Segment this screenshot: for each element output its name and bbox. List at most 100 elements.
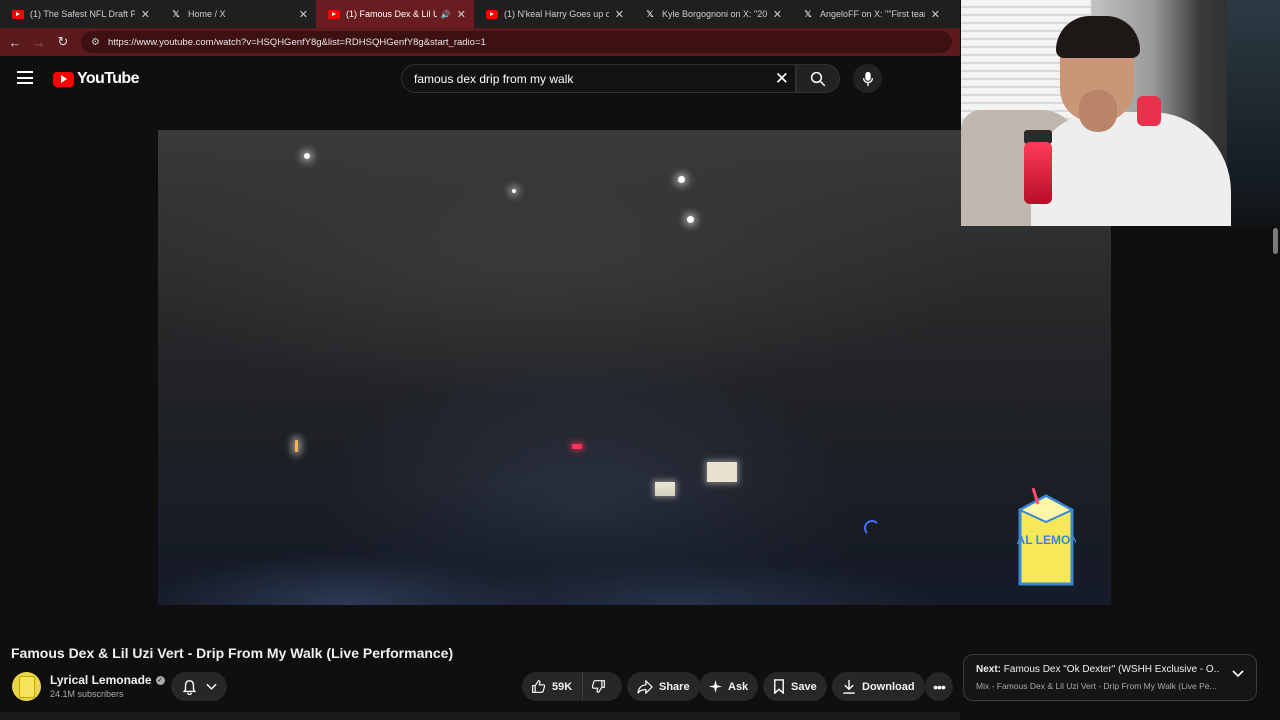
microphone-icon [862,71,873,86]
scrollbar-track[interactable] [1271,226,1280,720]
person-hair [1056,16,1140,58]
sparkle-icon [709,680,722,693]
loading-spinner-icon [864,520,880,536]
close-tab-icon[interactable]: ✕ [773,8,782,21]
red-object [1137,96,1161,126]
youtube-icon [486,9,498,19]
browser-tab-bar: (1) The Safest NFL Draft Pick is ✕ 𝕏 Hom… [0,0,960,28]
browser-tab[interactable]: (1) The Safest NFL Draft Pick is ✕ [0,0,158,28]
watermark-text: LYRICAL LEMONADE [1016,533,1076,547]
menu-icon[interactable] [17,71,33,85]
up-next-card[interactable]: Next: Famous Dex "Ok Dexter" (WSHH Exclu… [963,654,1257,701]
more-actions-icon[interactable]: ••• [925,672,953,701]
url-field[interactable]: ⚙ https://www.youtube.com/watch?v=HSQHGe… [81,31,952,53]
tab-title: AngeloFF on X: ""First team All [820,9,925,19]
window [1227,0,1280,226]
next-title: Famous Dex "Ok Dexter" (WSHH Exclusive -… [1003,664,1220,675]
next-subtitle: Mix - Famous Dex & Lil Uzi Vert - Drip F… [976,681,1217,691]
webcam-overlay [961,0,1280,226]
youtube-header: YouTube famous dex drip from my walk ✕ [0,56,960,100]
person-hand [1079,90,1117,132]
save-label: Save [791,680,817,693]
browser-tab[interactable]: 𝕏 AngeloFF on X: ""First team All ✕ [790,0,948,28]
thumbs-up-icon [532,680,546,693]
forward-icon[interactable]: → [27,35,51,50]
stage-light [512,189,516,193]
tab-title: (1) The Safest NFL Draft Pick is [30,9,135,19]
voice-search-button[interactable] [853,64,882,93]
x-icon: 𝕏 [804,8,812,19]
share-button[interactable]: Share [627,672,700,701]
channel-avatar[interactable] [12,672,41,701]
stage-light [295,440,298,452]
notifications-button[interactable] [171,672,227,701]
verified-check-icon: ✓ [155,675,165,685]
save-button[interactable]: Save [763,672,827,701]
url-text: https://www.youtube.com/watch?v=HSQHGenf… [107,36,486,48]
ask-button[interactable]: Ask [699,672,759,701]
search-input[interactable]: famous dex drip from my walk ✕ [401,64,796,93]
youtube-icon [12,9,24,19]
chevron-down-icon[interactable] [1232,670,1244,678]
close-tab-icon[interactable]: ✕ [299,8,308,21]
search-button[interactable] [796,64,840,93]
reload-icon[interactable]: ↻ [51,34,75,50]
channel-name-link[interactable]: Lyrical Lemonade ✓ [50,673,165,687]
stage-light [678,176,685,183]
next-title-line: Next: Famous Dex "Ok Dexter" (WSHH Exclu… [976,664,1220,675]
close-tab-icon[interactable]: ✕ [615,8,624,21]
tab-title: (1) Famous Dex & Lil Uzi Ve [346,9,437,19]
dislike-button[interactable] [583,672,612,701]
tab-title: Home / X [188,9,226,19]
bell-icon [182,679,196,695]
youtube-icon [328,9,340,19]
ask-label: Ask [728,680,749,693]
lyrical-lemonade-watermark: LYRICAL LEMONADE [1016,488,1076,586]
stage-light [572,444,582,449]
download-icon [843,679,855,694]
stage-light [304,153,310,159]
youtube-logo[interactable]: YouTube [53,70,139,88]
close-tab-icon[interactable]: ✕ [457,8,466,21]
bookmark-icon [774,679,784,694]
description-edge [0,712,960,720]
download-label: Download [862,680,915,693]
browser-tab[interactable]: (1) N'keal Harry Goes up over J ✕ [474,0,632,28]
like-count: 59K [552,680,573,693]
channel-name: Lyrical Lemonade [50,673,152,687]
phone-screen [707,462,737,482]
tab-title: Kyle Borgognoni on X: "2026 R [662,9,767,19]
video-title: Famous Dex & Lil Uzi Vert - Drip From My… [11,645,454,661]
x-icon: 𝕏 [172,8,180,19]
share-icon [637,679,653,694]
like-dislike-group: 59K [522,672,622,701]
clear-search-icon[interactable]: ✕ [775,69,789,89]
browser-tab-active[interactable]: (1) Famous Dex & Lil Uzi Ve 🔊 ✕ [316,0,474,28]
youtube-play-icon [53,71,74,87]
person-shirt [1031,112,1231,226]
download-button[interactable]: Download [832,672,925,701]
speaker-icon[interactable]: 🔊 [441,10,451,19]
back-icon[interactable]: ← [3,35,27,50]
address-bar: ← → ↻ ⚙ https://www.youtube.com/watch?v=… [0,28,960,56]
browser-tab[interactable]: 𝕏 Home / X ✕ [158,0,316,28]
scrollbar-thumb[interactable] [1273,228,1278,254]
browser-tab[interactable]: 𝕏 Kyle Borgognoni on X: "2026 R ✕ [632,0,790,28]
logo-text: YouTube [77,70,139,87]
like-button[interactable]: 59K [522,672,584,701]
next-prefix: Next: [976,664,1002,675]
crowd [158,485,1111,605]
subscriber-count: 24.1M subscribers [50,689,124,699]
close-tab-icon[interactable]: ✕ [931,8,940,21]
search-icon [810,71,826,86]
tab-title: (1) N'keal Harry Goes up over J [504,9,609,19]
site-settings-icon[interactable]: ⚙ [91,37,100,48]
thumbs-down-icon [592,680,606,693]
chevron-down-icon [205,683,217,690]
x-icon: 𝕏 [646,8,654,19]
red-mug [1024,142,1052,204]
search-query: famous dex drip from my walk [414,71,574,86]
stage-light [687,216,694,223]
share-label: Share [659,680,690,693]
close-tab-icon[interactable]: ✕ [141,8,150,21]
